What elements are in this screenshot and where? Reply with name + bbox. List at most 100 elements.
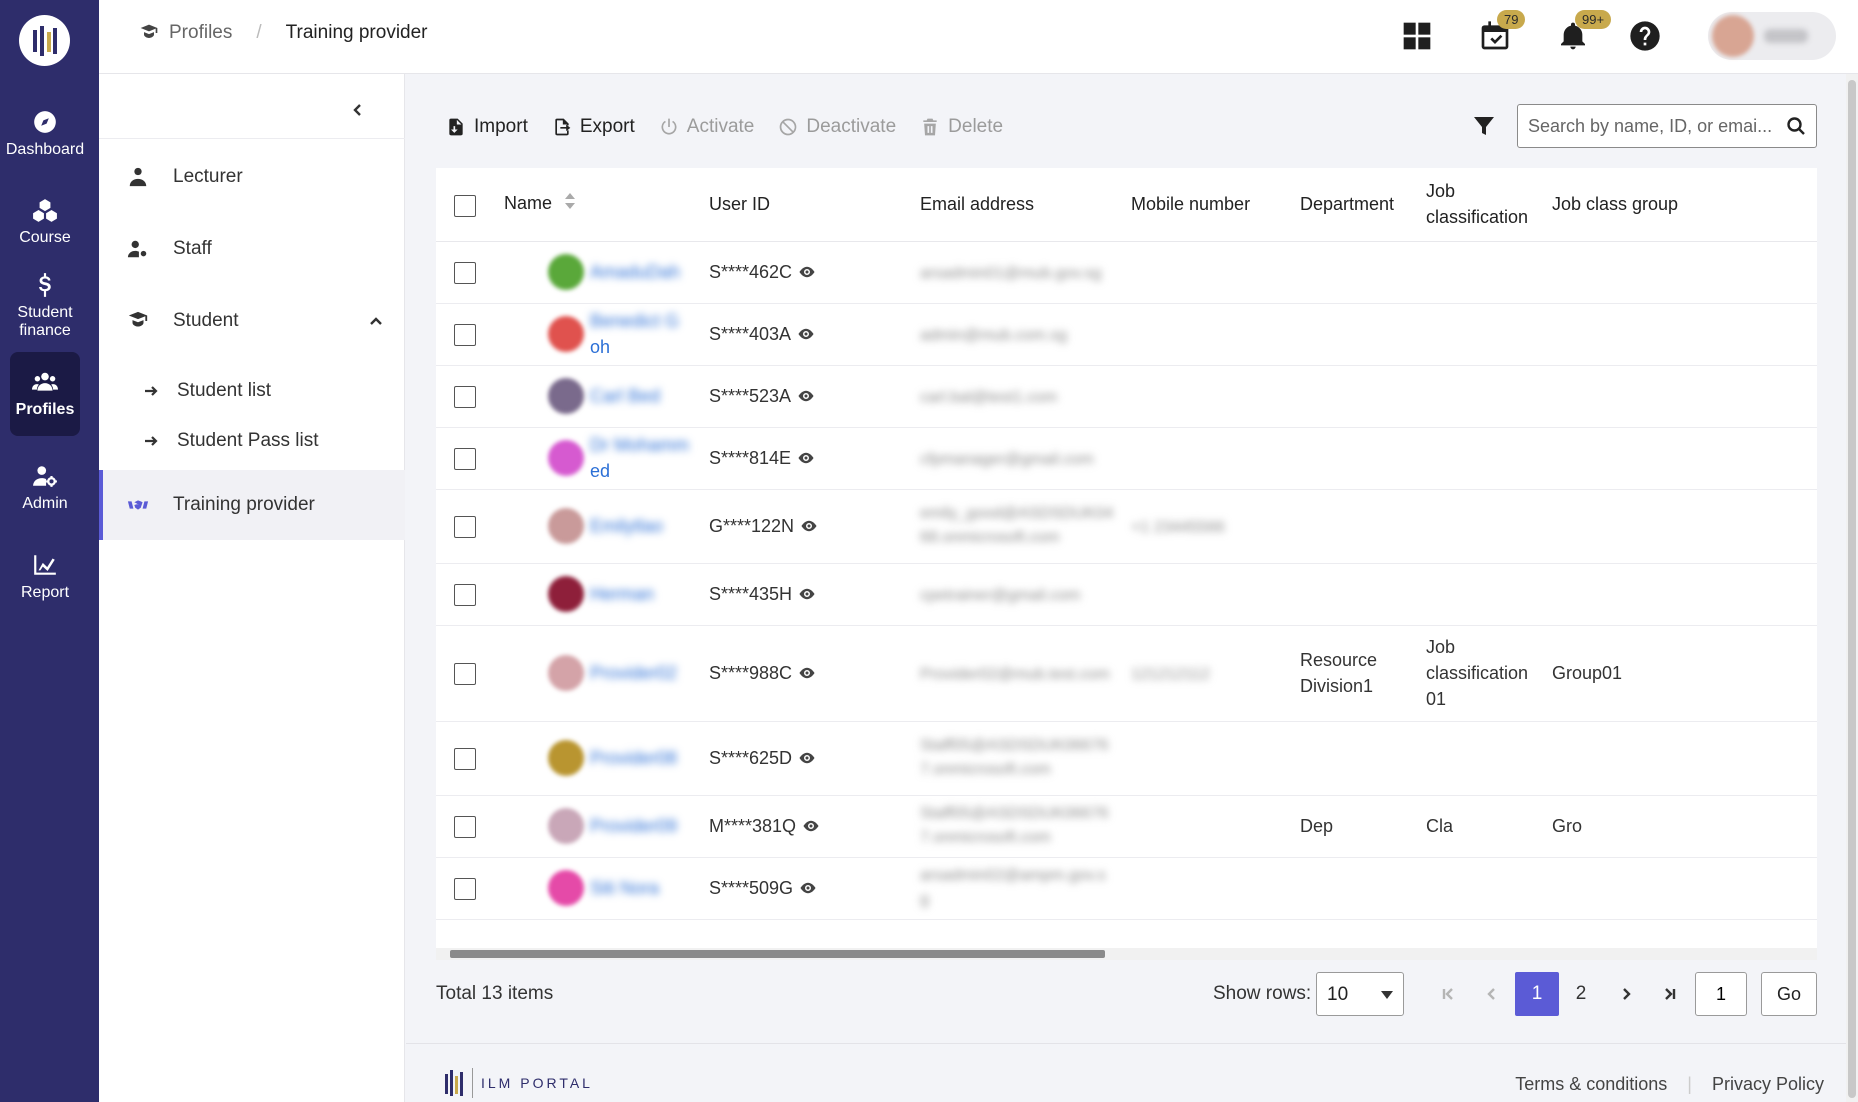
last-page-button[interactable] [1648,972,1692,1016]
submenu-item-lecturer[interactable]: Lecturer [99,142,405,212]
prev-page-button[interactable] [1470,972,1514,1016]
row-checkbox[interactable] [454,448,476,471]
eye-icon[interactable] [797,387,815,405]
submenu-item-staff[interactable]: Staff [99,214,405,284]
provider-name-link[interactable]: AmaduDah [590,259,680,285]
provider-name-link[interactable]: Provider02 [590,660,677,686]
table-row[interactable]: Provider02 S****988C Provider02@mub.test.c… [436,625,1817,722]
table-row[interactable]: Siti Nora S****509G arsadmin02@ampm.gov.s … [436,857,1817,920]
row-checkbox[interactable] [454,748,476,771]
help-button[interactable] [1625,16,1665,56]
provider-name-link[interactable]: Provider09 [590,813,677,839]
table-row[interactable]: Emilytlao G****122N emily_good@ASDSDUK04 6… [436,489,1817,564]
row-checkbox[interactable] [454,878,476,901]
user-menu[interactable] [1708,12,1836,60]
row-checkbox[interactable] [454,262,476,285]
submenu-item-student-list[interactable]: Student list [99,366,405,416]
name-cell[interactable]: Carl Bed [548,378,689,414]
row-checkbox[interactable] [454,663,476,686]
provider-name-link[interactable]: Benedict G oh [590,308,689,360]
vertical-scrollbar[interactable] [1846,74,1858,1102]
collapse-submenu-button[interactable] [344,96,372,124]
email-value-redacted: Staff05@ASDSDUK06676 7.onmicrosoft.com [920,805,1109,846]
table-row[interactable]: Benedict G oh S****403A admin@mub.com.sg [436,303,1817,366]
activate-button[interactable]: Activate [659,116,754,138]
eye-icon[interactable] [798,749,816,767]
deactivate-button[interactable]: Deactivate [778,116,896,138]
name-cell[interactable]: AmaduDah [548,254,689,290]
provider-name-link[interactable]: Dr Mohamm ed [590,432,689,484]
row-checkbox[interactable] [454,584,476,607]
scrollbar-thumb[interactable] [450,950,1105,958]
page-button-1[interactable]: 1 [1515,972,1559,1016]
import-button[interactable]: Import [446,116,528,138]
filter-button[interactable] [1472,114,1498,140]
eye-icon[interactable] [797,449,815,467]
scrollbar-thumb[interactable] [1848,80,1856,1098]
breadcrumb-parent[interactable]: Profiles [139,22,232,44]
row-checkbox[interactable] [454,816,476,839]
provider-name-link[interactable]: Provider08 [590,745,677,771]
delete-button[interactable]: Delete [920,116,1003,138]
name-cell[interactable]: Provider02 [548,655,689,691]
eye-icon[interactable] [800,517,818,535]
name-cell[interactable]: Siti Nora [548,870,689,906]
row-checkbox[interactable] [454,324,476,347]
eye-icon[interactable] [798,263,816,281]
eye-icon[interactable] [797,325,815,343]
nav-dashboard[interactable]: Dashboard [6,92,84,176]
submenu-item-training-provider[interactable]: Training provider [99,470,405,540]
name-cell[interactable]: Herman [548,576,689,612]
horizontal-scrollbar[interactable] [436,948,1817,960]
nav-course[interactable]: Course [10,180,80,264]
export-button[interactable]: Export [552,116,635,138]
name-cell[interactable]: Provider09 [548,808,689,844]
nav-admin[interactable]: Admin [10,446,80,530]
provider-name-link[interactable]: Herman [590,581,654,607]
goto-page-input[interactable] [1695,972,1747,1016]
nav-label: Course [19,229,71,246]
job-classification-value [1416,365,1542,428]
eye-icon[interactable] [802,817,820,835]
apps-button[interactable] [1397,16,1437,56]
first-page-button[interactable] [1426,972,1470,1016]
tasks-button[interactable]: 79 [1475,10,1526,56]
provider-name-link[interactable]: Carl Bed [590,383,660,409]
submenu-item-student-pass-list[interactable]: Student Pass list [99,416,405,466]
row-checkbox[interactable] [454,516,476,539]
user-id-cell: S****509G [709,875,900,901]
nav-report[interactable]: Report [10,535,80,619]
name-cell[interactable]: Emilytlao [548,508,689,544]
eye-icon[interactable] [798,585,816,603]
provider-name-link[interactable]: Siti Nora [590,875,659,901]
rows-per-page-select[interactable]: 10 [1316,972,1404,1016]
name-cell[interactable]: Benedict G oh [548,308,689,360]
column-header-name[interactable]: Name [488,168,699,242]
terms-link[interactable]: Terms & conditions [1515,1074,1667,1095]
page-button-2[interactable]: 2 [1559,972,1603,1016]
provider-name-link[interactable]: Emilytlao [590,513,663,539]
row-checkbox[interactable] [454,386,476,409]
sort-icon[interactable] [564,191,576,218]
name-cell[interactable]: Dr Mohamm ed [548,432,689,484]
eye-icon[interactable] [798,664,816,682]
notifications-button[interactable]: 99+ [1553,10,1612,56]
nav-profiles[interactable]: Profiles [10,352,80,436]
name-cell[interactable]: Provider08 [548,740,689,776]
table-row[interactable]: Provider08 S****625D Staff05@ASDSDUK06676 … [436,721,1817,796]
table-row[interactable]: Provider09 M****381Q Staff05@ASDSDUK06676 … [436,795,1817,858]
nav-student-finance[interactable]: Student finance [10,264,80,348]
select-all-checkbox[interactable] [454,194,476,217]
app-logo[interactable] [19,15,70,66]
next-page-button[interactable] [1604,972,1648,1016]
privacy-link[interactable]: Privacy Policy [1712,1074,1824,1095]
table-row[interactable]: Dr Mohamm ed S****814E cfpmanager@gmail.com [436,427,1817,490]
table-row[interactable]: Herman S****435H cpetrainer@gmail.com [436,563,1817,626]
search-icon[interactable] [1786,116,1806,136]
submenu-item-student[interactable]: Student [99,286,405,356]
table-row[interactable]: Carl Bed S****523A carl.bal@test1.com [436,365,1817,428]
eye-icon[interactable] [799,879,817,897]
go-button[interactable]: Go [1761,972,1817,1016]
search-input[interactable] [1528,105,1778,147]
table-row[interactable]: AmaduDah S****462C arsadmin01@mub.gov.sg [436,241,1817,304]
